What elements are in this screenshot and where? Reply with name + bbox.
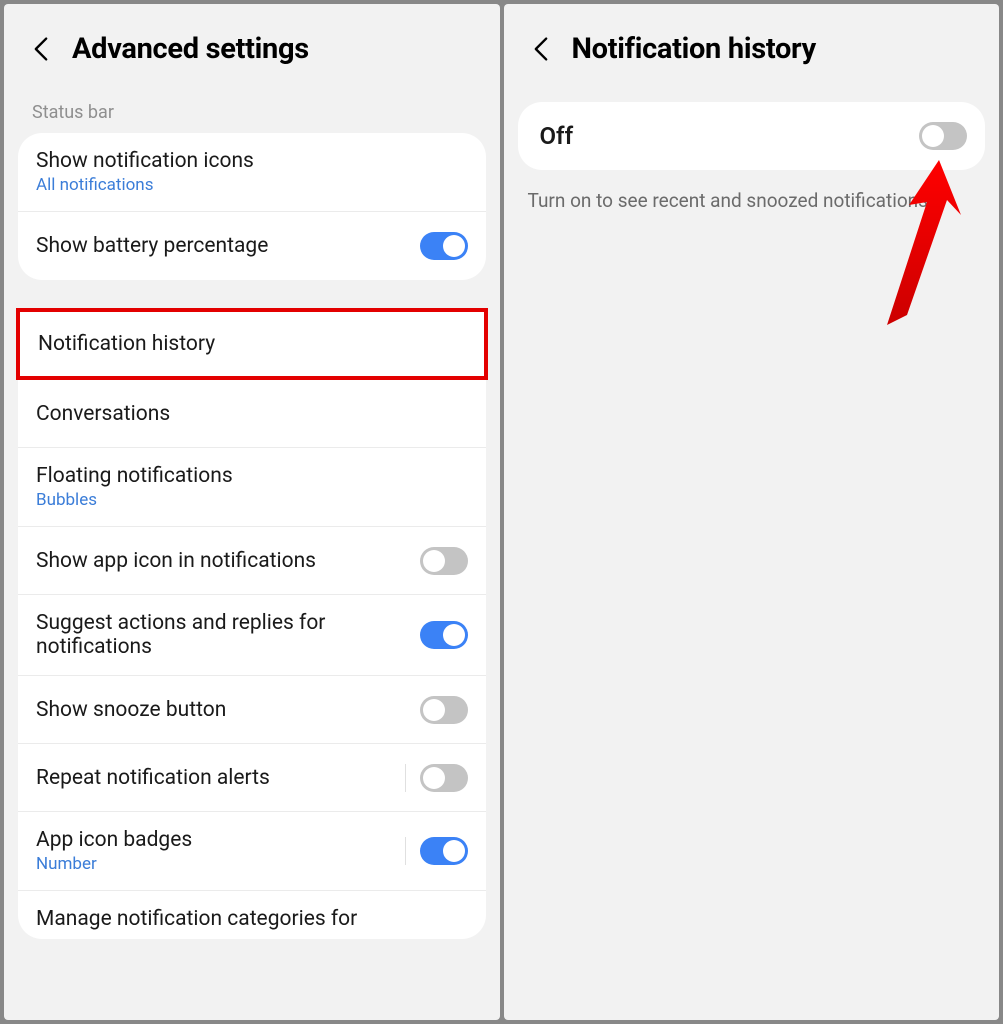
notifications-card: Conversations Floating notifications Bub…: [18, 380, 486, 939]
row-notification-history-highlighted[interactable]: Notification history: [16, 308, 488, 380]
toggle-notification-history[interactable]: [919, 122, 967, 150]
toggle-app-icon[interactable]: [420, 547, 468, 575]
row-show-snooze[interactable]: Show snooze button: [18, 676, 486, 744]
row-title: Show battery percentage: [36, 234, 420, 258]
row-title: Conversations: [36, 402, 468, 426]
row-master-toggle[interactable]: Off: [518, 102, 986, 170]
toggle-snooze[interactable]: [420, 696, 468, 724]
row-truncated[interactable]: Manage notification categories for: [18, 891, 486, 939]
toggle-battery-percentage[interactable]: [420, 232, 468, 260]
row-app-icon-badges[interactable]: App icon badges Number: [18, 812, 486, 891]
description-text: Turn on to see recent and snoozed notifi…: [504, 170, 1000, 233]
row-repeat-alerts[interactable]: Repeat notification alerts: [18, 744, 486, 812]
row-show-notification-icons[interactable]: Show notification icons All notification…: [18, 133, 486, 212]
row-show-app-icon[interactable]: Show app icon in notifications: [18, 527, 486, 595]
row-title: Floating notifications: [36, 464, 468, 488]
notification-history-screen: Notification history Off Turn on to see …: [504, 4, 1000, 1020]
page-title: Notification history: [572, 32, 816, 66]
row-title: App icon badges: [36, 828, 397, 852]
row-title: Repeat notification alerts: [36, 766, 397, 790]
row-title: Show notification icons: [36, 149, 468, 173]
row-title: Show app icon in notifications: [36, 549, 420, 573]
header: Notification history: [504, 4, 1000, 94]
row-show-battery-percentage[interactable]: Show battery percentage: [18, 212, 486, 280]
section-label-status-bar: Status bar: [4, 94, 500, 133]
chevron-left-icon: [33, 36, 49, 62]
row-subtitle: All notifications: [36, 175, 468, 195]
back-button[interactable]: [32, 40, 50, 58]
row-title: Show snooze button: [36, 698, 420, 722]
row-subtitle: Number: [36, 854, 397, 874]
row-title: Suggest actions and replies for notifica…: [36, 611, 420, 659]
row-subtitle: Bubbles: [36, 490, 468, 510]
row-floating-notifications[interactable]: Floating notifications Bubbles: [18, 448, 486, 527]
row-conversations[interactable]: Conversations: [18, 380, 486, 448]
back-button[interactable]: [532, 40, 550, 58]
toggle-suggest-actions[interactable]: [420, 621, 468, 649]
toggle-app-badges[interactable]: [420, 837, 468, 865]
row-suggest-actions[interactable]: Suggest actions and replies for notifica…: [18, 595, 486, 676]
toggle-state-label: Off: [540, 122, 574, 150]
toggle-repeat-alerts[interactable]: [420, 764, 468, 792]
status-bar-card: Show notification icons All notification…: [18, 133, 486, 280]
row-title: Notification history: [38, 332, 466, 356]
advanced-settings-screen: Advanced settings Status bar Show notifi…: [4, 4, 500, 1020]
chevron-left-icon: [533, 36, 549, 62]
header: Advanced settings: [4, 4, 500, 94]
toggle-card: Off: [518, 102, 986, 170]
page-title: Advanced settings: [72, 32, 309, 66]
